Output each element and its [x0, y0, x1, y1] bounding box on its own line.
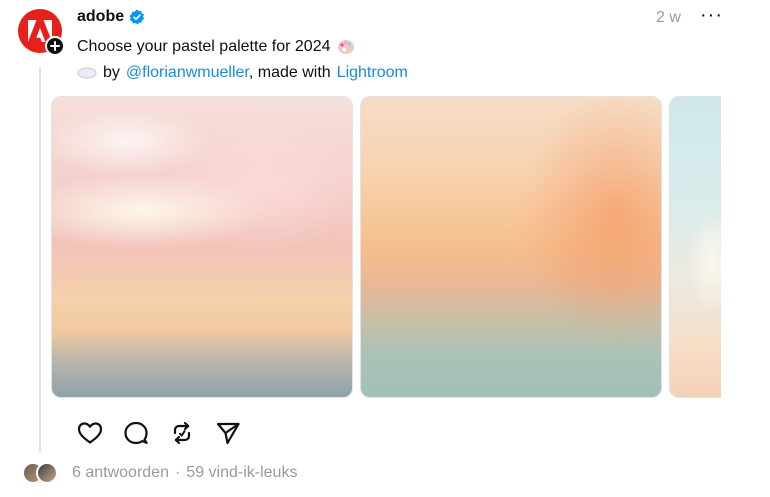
- post-avatar[interactable]: [18, 9, 65, 56]
- post-header: adobe: [77, 8, 145, 26]
- replies-count[interactable]: 6 antwoorden: [72, 464, 169, 482]
- post-stats: 6 antwoorden · 59 vind-ik-leuks: [72, 464, 297, 482]
- more-options-button[interactable]: ···: [700, 4, 723, 27]
- carousel-image-3[interactable]: [669, 96, 721, 398]
- reply-button[interactable]: [123, 420, 149, 446]
- image-carousel[interactable]: [51, 96, 721, 398]
- action-bar: [77, 420, 241, 446]
- palette-icon: [337, 40, 354, 54]
- made-with-label: , made with: [248, 64, 331, 81]
- comment-icon: [124, 421, 148, 445]
- post-text-line-1: Choose your pastel palette for 2024: [77, 38, 355, 56]
- post-time: 2 w: [656, 9, 681, 26]
- lightroom-link[interactable]: Lightroom: [337, 64, 408, 82]
- heart-icon: [77, 422, 103, 444]
- thread-line: [39, 66, 41, 452]
- verified-badge-icon: [129, 9, 145, 25]
- replier-avatar: [36, 462, 58, 484]
- share-icon: [216, 422, 240, 445]
- post-text: Choose your pastel palette for 2024: [77, 38, 331, 55]
- username[interactable]: adobe: [77, 8, 124, 26]
- like-button[interactable]: [77, 420, 103, 446]
- plus-icon[interactable]: [45, 36, 65, 56]
- post-text-line-2: by @florianwmueller, made with Lightroom: [77, 64, 408, 82]
- likes-count[interactable]: 59 vind-ik-leuks: [186, 464, 297, 482]
- stats-separator: ·: [174, 464, 181, 481]
- carousel-image-1[interactable]: [51, 96, 353, 398]
- carousel-image-2[interactable]: [360, 96, 662, 398]
- cloud-icon: [77, 67, 97, 79]
- by-label: by: [103, 64, 120, 81]
- share-button[interactable]: [215, 420, 241, 446]
- repost-icon: [173, 421, 191, 445]
- post-footer: 6 antwoorden · 59 vind-ik-leuks: [22, 462, 297, 484]
- mention-link[interactable]: @florianwmueller: [126, 64, 249, 81]
- repost-button[interactable]: [169, 420, 195, 446]
